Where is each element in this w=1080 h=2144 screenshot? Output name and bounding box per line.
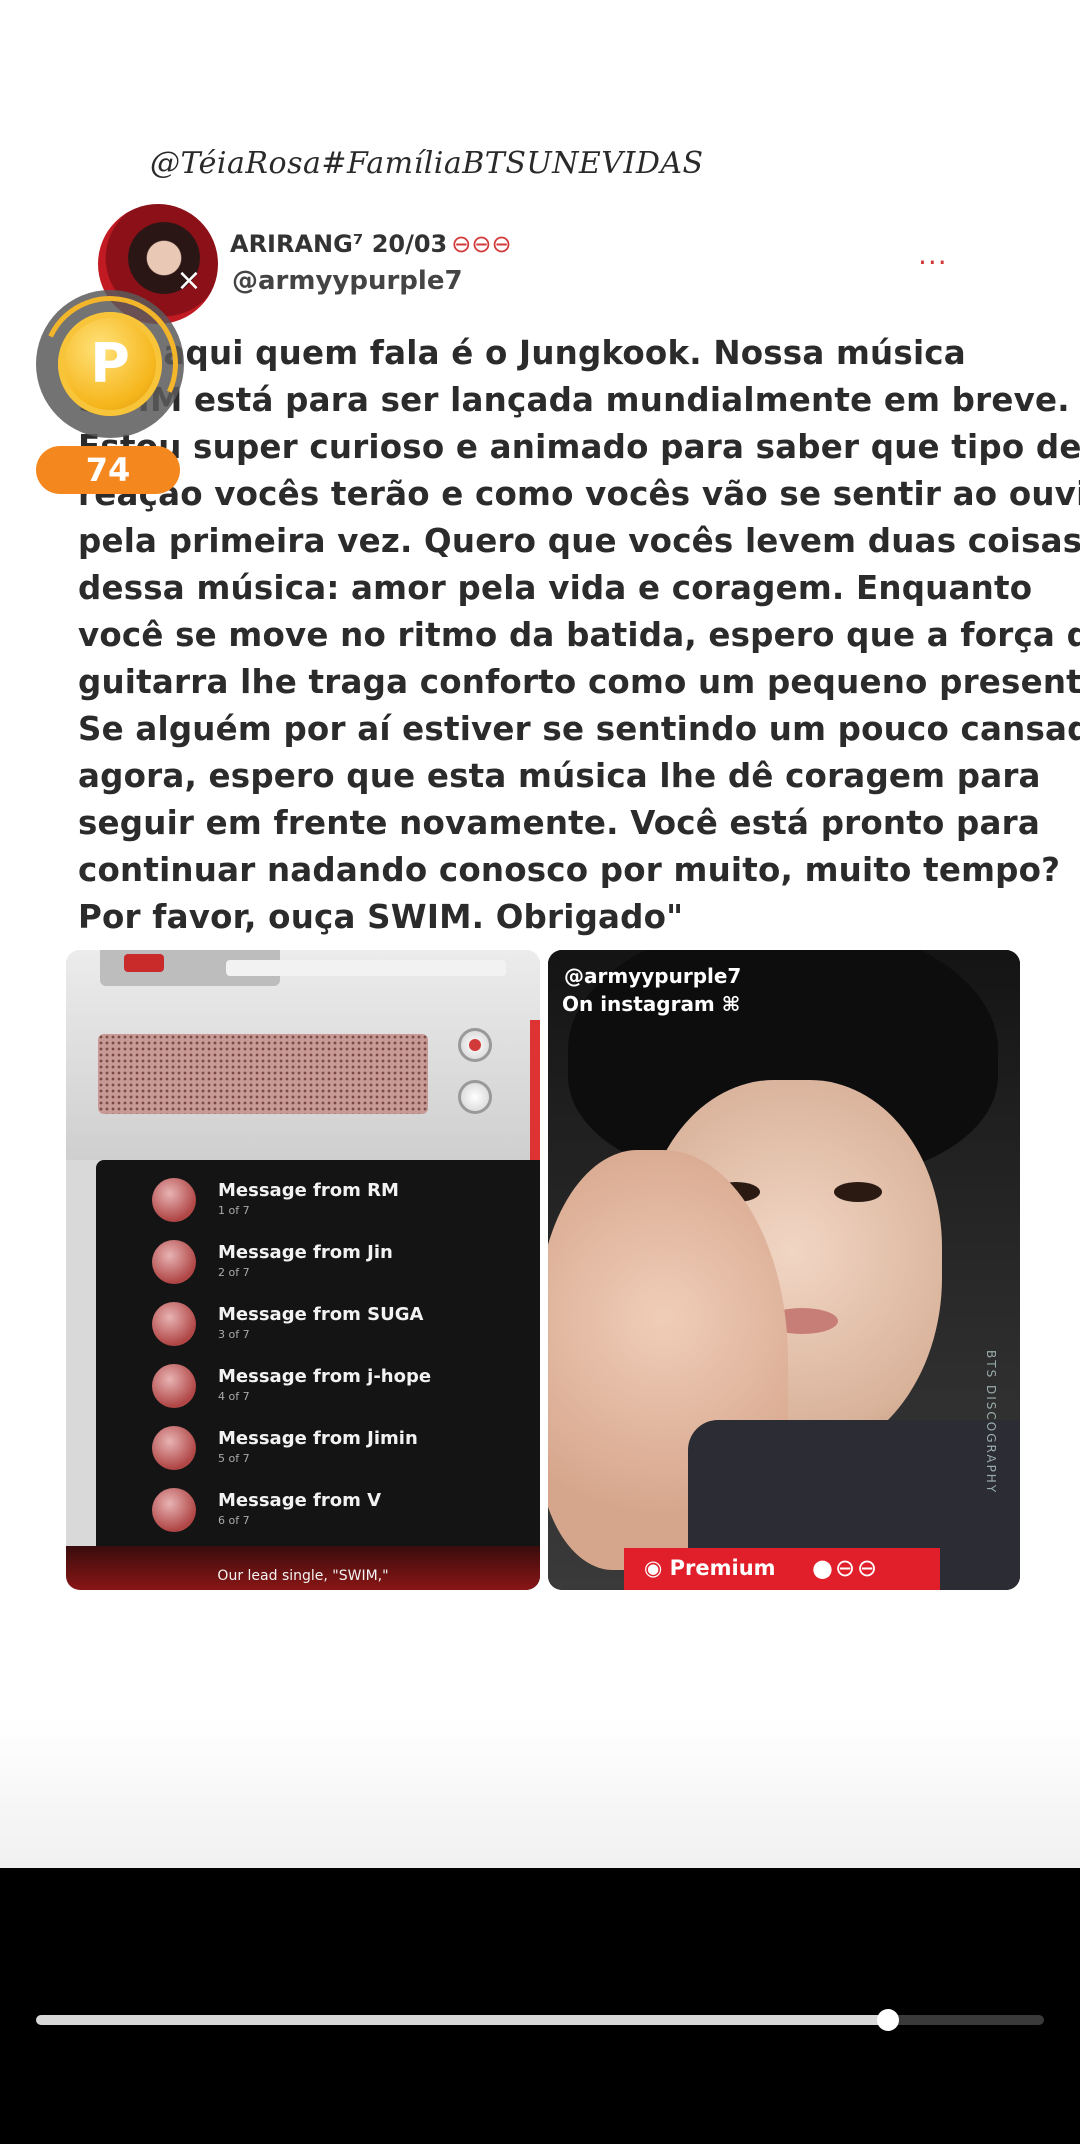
author-name-text: ARIRANG⁷ 20/03 bbox=[230, 230, 448, 258]
post-body-line: guitarra lhe traga conforto como um pequ… bbox=[78, 663, 1080, 701]
message-title: Message from V bbox=[218, 1490, 382, 1511]
message-list-panel: Message from RM 1 of 7 Message from Jin … bbox=[96, 1160, 540, 1590]
premium-text: Premium bbox=[669, 1556, 776, 1580]
post-body-line: continuar nadando conosco por muito, mui… bbox=[78, 851, 1061, 889]
message-item: Message from RM 1 of 7 bbox=[126, 1174, 526, 1224]
message-index: 3 of 7 bbox=[218, 1328, 250, 1341]
device-accent-strip bbox=[530, 1020, 540, 1160]
post-body-line: Por favor, ouça SWIM. Obrigado" bbox=[78, 898, 684, 936]
message-bubble-icon bbox=[152, 1426, 196, 1470]
post-body-line: dessa música: amor pela vida e coragem. … bbox=[78, 569, 1033, 607]
message-item: Message from Jin 2 of 7 bbox=[126, 1236, 526, 1286]
media-caption: Our lead single, "SWIM," bbox=[217, 1568, 389, 1584]
message-index: 6 of 7 bbox=[218, 1514, 250, 1527]
post-body-line: reação vocês terão e como vocês vão se s… bbox=[78, 475, 1080, 513]
story-content: @TéiaRosa#FamíliaBTSUNEVIDAS × ARIRANG⁷ … bbox=[0, 0, 1080, 1868]
post-body-line: Estou super curioso e animado para saber… bbox=[78, 428, 1080, 466]
message-item: Message from SUGA 3 of 7 bbox=[126, 1298, 526, 1348]
instagram-subtitle: On instagram ⌘ bbox=[562, 992, 741, 1016]
message-title: Message from Jin bbox=[218, 1242, 393, 1263]
video-progress-fill bbox=[36, 2015, 888, 2025]
post-body-line: pela primeira vez. Quero que vocês levem… bbox=[78, 522, 1080, 560]
message-bubble-icon bbox=[152, 1302, 196, 1346]
post-body: Olá, aqui quem fala é o Jungkook. Nossa … bbox=[78, 330, 1080, 941]
instagram-handle: @armyypurple7 bbox=[564, 964, 742, 988]
message-index: 5 of 7 bbox=[218, 1452, 250, 1465]
message-title: Message from Jimin bbox=[218, 1428, 418, 1449]
message-item: Message from j-hope 4 of 7 bbox=[126, 1360, 526, 1410]
message-item: Message from Jimin 5 of 7 bbox=[126, 1422, 526, 1472]
message-index: 1 of 7 bbox=[218, 1204, 250, 1217]
author-handle: @armyypurple7 bbox=[232, 266, 463, 296]
video-progress-thumb[interactable] bbox=[877, 2009, 899, 2031]
post-body-line: seguir em frente novamente. Você está pr… bbox=[78, 804, 1040, 842]
media-image-left[interactable]: Message from RM 1 of 7 Message from Jin … bbox=[66, 950, 540, 1590]
message-index: 4 of 7 bbox=[218, 1390, 250, 1403]
device-handle-button bbox=[124, 954, 164, 972]
post-body-line: agora, espero que esta música lhe dê cor… bbox=[78, 757, 1041, 795]
message-bubble-icon bbox=[152, 1488, 196, 1532]
media-image-right[interactable]: @armyypurple7 On instagram ⌘ BTS DISCOGR… bbox=[548, 950, 1020, 1590]
more-options-icon[interactable]: ... bbox=[918, 238, 948, 271]
premium-label: ◉ Premium bbox=[644, 1556, 776, 1580]
device-slot bbox=[226, 960, 506, 976]
photo-eye bbox=[834, 1182, 882, 1202]
speaker-grille bbox=[98, 1034, 428, 1114]
message-title: Message from SUGA bbox=[218, 1304, 424, 1325]
coin-icon[interactable]: P bbox=[58, 312, 162, 416]
watermark-text: @TéiaRosa#FamíliaBTSUNEVIDAS bbox=[150, 146, 704, 181]
coin-count-badge: 74 bbox=[36, 446, 180, 494]
message-bubble-icon bbox=[152, 1364, 196, 1408]
author-name: ARIRANG⁷ 20/03 ⊖⊖⊖ bbox=[230, 230, 512, 258]
knob-indicator bbox=[469, 1039, 481, 1051]
story-screen: @TéiaRosa#FamíliaBTSUNEVIDAS × ARIRANG⁷ … bbox=[0, 0, 1080, 2144]
post-body-line: Se alguém por aí estiver se sentindo um … bbox=[78, 710, 1080, 748]
close-icon[interactable]: × bbox=[174, 266, 204, 296]
knob-icon bbox=[458, 1080, 492, 1114]
post-body-line: Olá, aqui quem fala é o Jungkook. Nossa … bbox=[78, 334, 966, 372]
post-body-line: você se move no ritmo da batida, espero … bbox=[78, 616, 1080, 654]
premium-emoji-icons: ●⊖⊖ bbox=[812, 1554, 880, 1582]
message-title: Message from RM bbox=[218, 1180, 399, 1201]
message-bubble-icon bbox=[152, 1240, 196, 1284]
message-title: Message from j-hope bbox=[218, 1366, 432, 1387]
author-emojis: ⊖⊖⊖ bbox=[451, 230, 512, 258]
message-index: 2 of 7 bbox=[218, 1266, 250, 1279]
message-bubble-icon bbox=[152, 1178, 196, 1222]
message-item: Message from V 6 of 7 bbox=[126, 1484, 526, 1534]
post-body-line: SWIM está para ser lançada mundialmente … bbox=[78, 381, 1070, 419]
vertical-watermark: BTS DISCOGRAPHY bbox=[984, 1350, 998, 1495]
